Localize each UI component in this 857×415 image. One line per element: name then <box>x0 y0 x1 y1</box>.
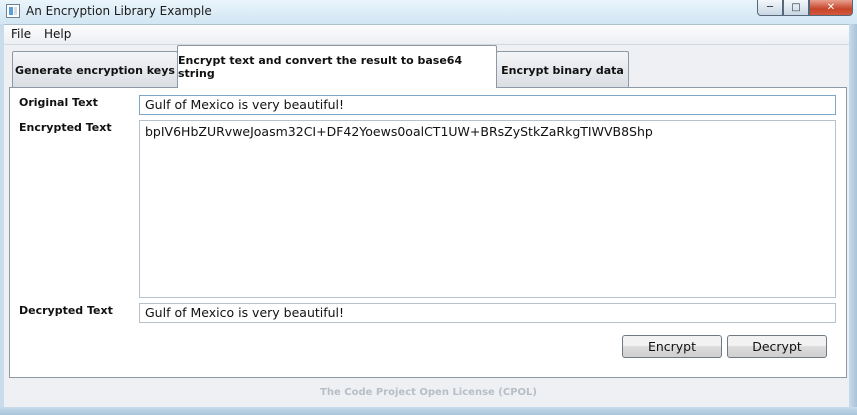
decrypt-button[interactable]: Decrypt <box>727 335 827 358</box>
menu-file[interactable]: File <box>11 27 31 41</box>
minimize-button[interactable]: ─ <box>757 0 783 16</box>
tab-encrypt-text[interactable]: Encrypt text and convert the result to b… <box>177 45 497 88</box>
encrypted-text-label: Encrypted Text <box>19 121 112 134</box>
tab-generate-keys[interactable]: Generate encryption keys <box>12 51 178 88</box>
close-button[interactable]: ✕ <box>809 0 853 16</box>
title-bar[interactable]: An Encryption Library Example ─ □ ✕ <box>0 0 857 25</box>
close-icon: ✕ <box>826 2 836 13</box>
menu-help[interactable]: Help <box>44 27 71 41</box>
maximize-icon: □ <box>791 2 801 13</box>
window-frame-right <box>849 24 857 415</box>
original-text-input[interactable]: Gulf of Mexico is very beautiful! <box>139 95 836 115</box>
original-text-label: Original Text <box>19 96 98 109</box>
menu-bar: File Help <box>0 25 857 45</box>
window-frame-left <box>0 24 4 415</box>
window-title: An Encryption Library Example <box>26 4 212 18</box>
license-footer: The Code Project Open License (CPOL) <box>320 387 537 398</box>
tab-strip: Generate encryption keys Encrypt text an… <box>0 44 857 88</box>
app-window: An Encryption Library Example ─ □ ✕ File… <box>0 0 857 415</box>
encrypted-text-area[interactable]: bpIV6HbZURvweJoasm32CI+DF42Yoews0oalCT1U… <box>139 120 836 298</box>
decrypted-text-input[interactable]: Gulf of Mexico is very beautiful! <box>139 303 836 323</box>
minimize-icon: ─ <box>766 2 774 13</box>
encrypt-button[interactable]: Encrypt <box>622 335 722 358</box>
tab-encrypt-binary[interactable]: Encrypt binary data <box>496 51 629 88</box>
app-icon[interactable] <box>6 4 20 18</box>
caption-buttons: ─ □ ✕ <box>757 0 853 16</box>
decrypted-text-label: Decrypted Text <box>19 304 113 317</box>
window-frame-bottom <box>0 407 857 415</box>
maximize-button[interactable]: □ <box>783 0 809 16</box>
